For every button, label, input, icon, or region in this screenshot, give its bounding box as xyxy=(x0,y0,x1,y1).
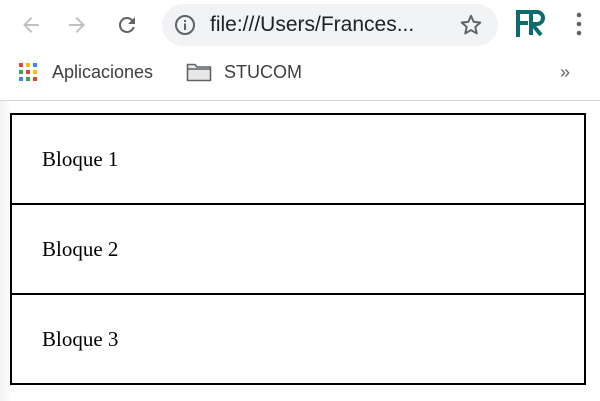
arrow-right-icon xyxy=(69,17,85,33)
block-1: Bloque 1 xyxy=(10,113,586,205)
address-bar[interactable]: file:///Users/Frances... xyxy=(162,4,498,46)
block-2: Bloque 2 xyxy=(10,203,586,295)
block-label: Bloque 2 xyxy=(42,237,119,261)
block-3: Bloque 3 xyxy=(10,293,586,385)
bookmarks-overflow-button[interactable]: » xyxy=(560,60,570,84)
page-content: Bloque 1 Bloque 2 Bloque 3 xyxy=(0,101,600,401)
url-text[interactable]: file:///Users/Frances... xyxy=(210,13,414,37)
folder-icon xyxy=(186,63,212,82)
fr-extension-icon[interactable] xyxy=(513,6,547,42)
block-label: Bloque 3 xyxy=(42,327,119,351)
bookmark-label: Aplicaciones xyxy=(52,61,154,82)
browser-toolbar: file:///Users/Frances... Aplicaciones ST… xyxy=(0,0,600,101)
apps-grid-icon xyxy=(19,63,37,81)
bookmark-label: STUCOM xyxy=(224,61,302,82)
reload-button[interactable] xyxy=(110,8,144,42)
forward-button[interactable] xyxy=(60,8,94,42)
back-button[interactable] xyxy=(14,8,48,42)
block-label: Bloque 1 xyxy=(42,147,119,171)
arrow-left-icon xyxy=(23,17,39,33)
bookmark-aplicaciones[interactable]: Aplicaciones xyxy=(18,58,153,86)
info-icon[interactable] xyxy=(174,14,196,36)
star-icon[interactable] xyxy=(458,12,484,38)
kebab-menu-icon[interactable] xyxy=(572,11,586,39)
reload-icon xyxy=(118,16,135,33)
bookmark-stucom[interactable]: STUCOM xyxy=(186,58,302,86)
